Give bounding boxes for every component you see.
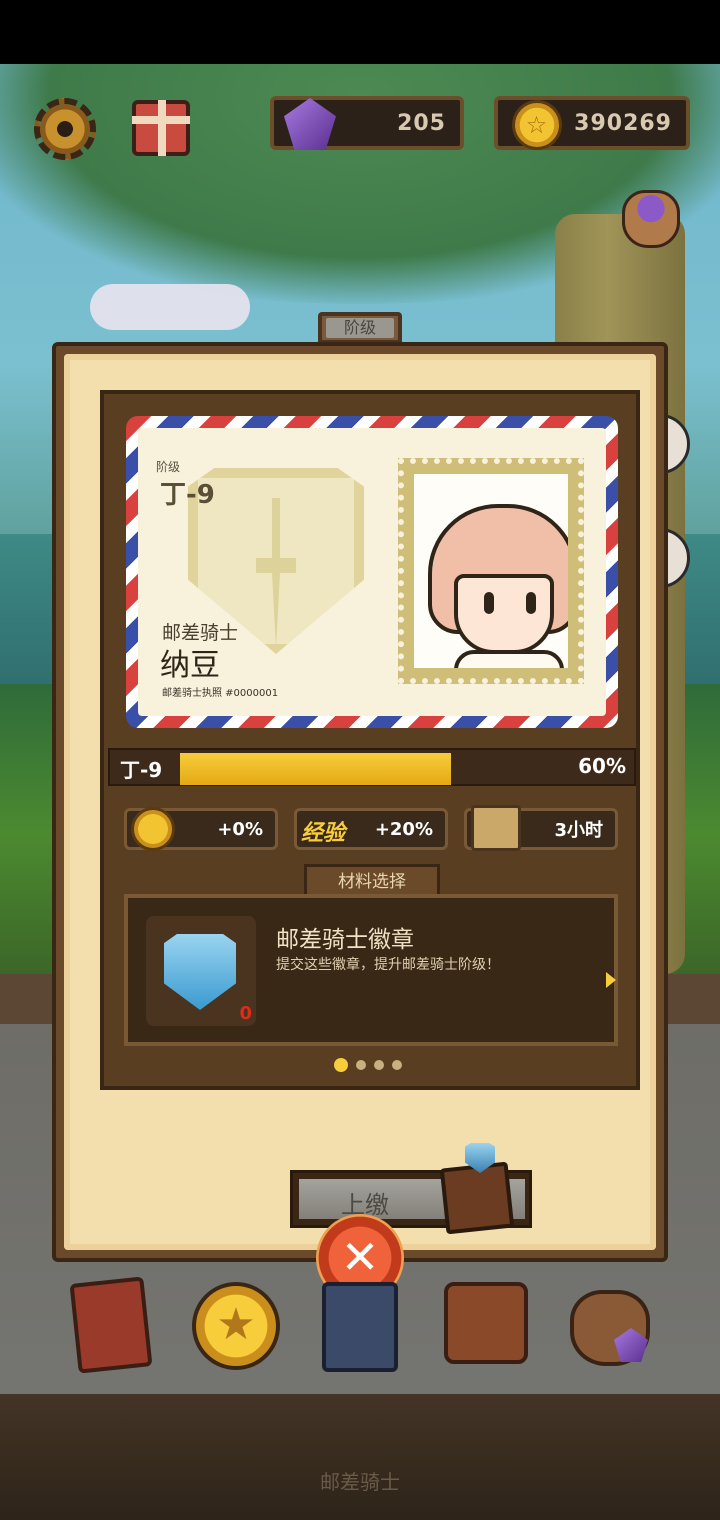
material-select-tab: 材料选择 bbox=[304, 864, 440, 898]
rank-tab: 阶级 bbox=[318, 312, 402, 344]
crate-bonus: 3小时 bbox=[464, 805, 618, 851]
page-dot[interactable] bbox=[392, 1060, 402, 1070]
character-eye bbox=[526, 592, 536, 614]
page-dot[interactable] bbox=[356, 1060, 366, 1070]
progress-track bbox=[180, 753, 632, 785]
card-deck-icon bbox=[322, 1282, 398, 1372]
license-envelope: 阶级 丁-9 邮差骑士 纳豆 邮差骑士执照 #0000001 bbox=[126, 416, 618, 728]
rank-progress-bar: 丁-9 60% bbox=[108, 748, 636, 786]
card-license-number: 邮差骑士执照 #0000001 bbox=[162, 688, 279, 699]
next-arrow-icon[interactable] bbox=[606, 972, 616, 988]
nav-card[interactable] bbox=[312, 1276, 408, 1372]
book-icon bbox=[69, 1276, 153, 1374]
character-portrait bbox=[414, 474, 568, 668]
card-rank-label: 阶级 bbox=[156, 460, 181, 474]
settings-gear-icon[interactable] bbox=[34, 98, 96, 160]
nav-medal[interactable]: ★ bbox=[192, 1276, 288, 1372]
material-description: 提交这些徽章，提升邮差骑士阶级！ bbox=[276, 957, 500, 973]
material-select-box[interactable]: 0 邮差骑士徽章 提交这些徽章，提升邮差骑士阶级！ bbox=[124, 894, 618, 1046]
rank-panel: 阶级 丁-9 邮差骑士 纳豆 邮差骑士执照 #0000001 丁-9 60% +… bbox=[52, 342, 668, 1262]
backpack-icon bbox=[444, 1282, 528, 1364]
card-rank: 丁-9 bbox=[160, 480, 215, 510]
star-coin-icon: ★ bbox=[192, 1282, 280, 1370]
coins-value: 390269 bbox=[574, 110, 672, 136]
material-title: 邮差骑士徽章 bbox=[276, 927, 414, 953]
gem-icon bbox=[284, 98, 336, 150]
gift-box-icon[interactable] bbox=[132, 100, 190, 156]
page-dot[interactable] bbox=[374, 1060, 384, 1070]
character-eye bbox=[484, 592, 494, 614]
treasure-bag-icon[interactable] bbox=[622, 190, 680, 248]
crate-bonus-value: 3小时 bbox=[554, 820, 603, 841]
panel-inner: 阶级 丁-9 邮差骑士 纳豆 邮差骑士执照 #0000001 丁-9 60% +… bbox=[64, 354, 656, 1250]
exp-bonus: 经验 +20% bbox=[294, 808, 448, 850]
gems-value: 205 bbox=[397, 110, 446, 136]
knight-badge-icon bbox=[164, 934, 236, 1010]
page-indicator bbox=[334, 1058, 402, 1072]
coin-icon bbox=[131, 807, 175, 851]
card-frame: 阶级 丁-9 邮差骑士 纳豆 邮差骑士执照 #0000001 丁-9 60% +… bbox=[100, 390, 640, 1235]
card-name: 纳豆 bbox=[160, 648, 220, 683]
exp-bonus-value: +20% bbox=[374, 818, 433, 840]
footer-title: 邮差骑士 bbox=[320, 1470, 400, 1494]
crate-icon bbox=[471, 805, 521, 851]
cloud bbox=[90, 284, 250, 330]
material-count: 0 bbox=[239, 1003, 252, 1024]
nav-backpack[interactable] bbox=[436, 1276, 532, 1372]
coins-counter[interactable]: ☆ 390269 bbox=[494, 96, 690, 150]
progress-percent: 60% bbox=[578, 754, 626, 778]
submit-crate-icon bbox=[439, 1161, 515, 1235]
nav-book[interactable] bbox=[69, 1276, 166, 1374]
nav-treasure[interactable] bbox=[564, 1276, 660, 1372]
progress-rank-label: 丁-9 bbox=[120, 758, 163, 782]
gems-counter[interactable]: 205 bbox=[270, 96, 464, 150]
coin-bonus: +0% bbox=[124, 807, 278, 851]
coin-bonus-value: +0% bbox=[217, 818, 263, 840]
ground-bottom bbox=[0, 1394, 720, 1520]
coin-icon: ☆ bbox=[512, 100, 562, 150]
material-item-slot[interactable]: 0 bbox=[146, 916, 256, 1026]
rank-tab-label: 阶级 bbox=[326, 318, 394, 338]
submit-button[interactable]: 上缴 bbox=[290, 1143, 532, 1235]
page-dot[interactable] bbox=[334, 1058, 348, 1072]
status-bar bbox=[0, 0, 720, 64]
portrait-stamp bbox=[398, 458, 584, 684]
envelope-paper: 阶级 丁-9 邮差骑士 纳豆 邮差骑士执照 #0000001 bbox=[138, 428, 606, 716]
exp-icon: 经验 bbox=[301, 821, 346, 846]
character-face bbox=[454, 574, 554, 654]
progress-fill bbox=[180, 753, 452, 785]
